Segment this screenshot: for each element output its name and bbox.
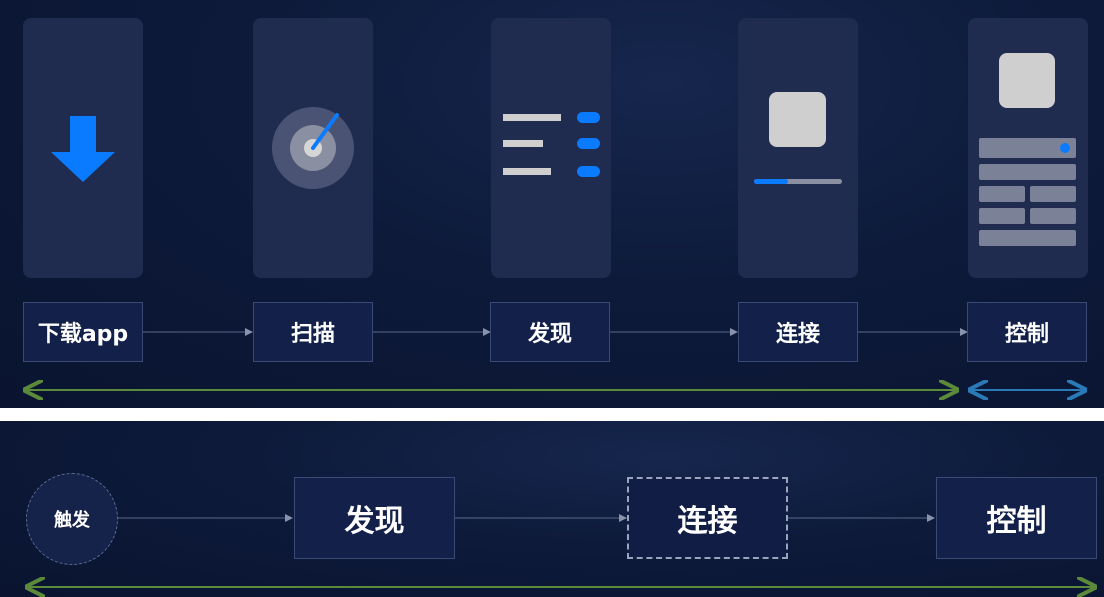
step-discover-label: 发现 (527, 322, 572, 347)
top-flow-panel: 下载app 扫描 发现 连接 控制 (0, 0, 1104, 408)
b-step-control-box: 控制 (936, 477, 1097, 559)
b-step-connect-label: 连接 (677, 504, 738, 539)
b-step-connect-box: 连接 (627, 477, 788, 559)
step-scan-label: 扫描 (290, 322, 335, 347)
step-download-box: 下载app (23, 302, 143, 362)
trigger-label: 触发 (54, 510, 90, 531)
step-control-label: 控制 (1004, 322, 1049, 347)
bottom-flow-panel: 触发 发现 连接 控制 (0, 421, 1104, 597)
step-discover-box: 发现 (490, 302, 610, 362)
step-control-box: 控制 (967, 302, 1087, 362)
b-step-control-label: 控制 (986, 504, 1047, 539)
step-connect-box: 连接 (738, 302, 858, 362)
b-step-discover-label: 发现 (344, 504, 405, 539)
step-download-label: 下载app (37, 322, 129, 347)
step-connect-label: 连接 (775, 322, 820, 347)
b-step-discover-box: 发现 (294, 477, 455, 559)
step-scan-box: 扫描 (253, 302, 373, 362)
trigger-circle: 触发 (26, 473, 118, 565)
